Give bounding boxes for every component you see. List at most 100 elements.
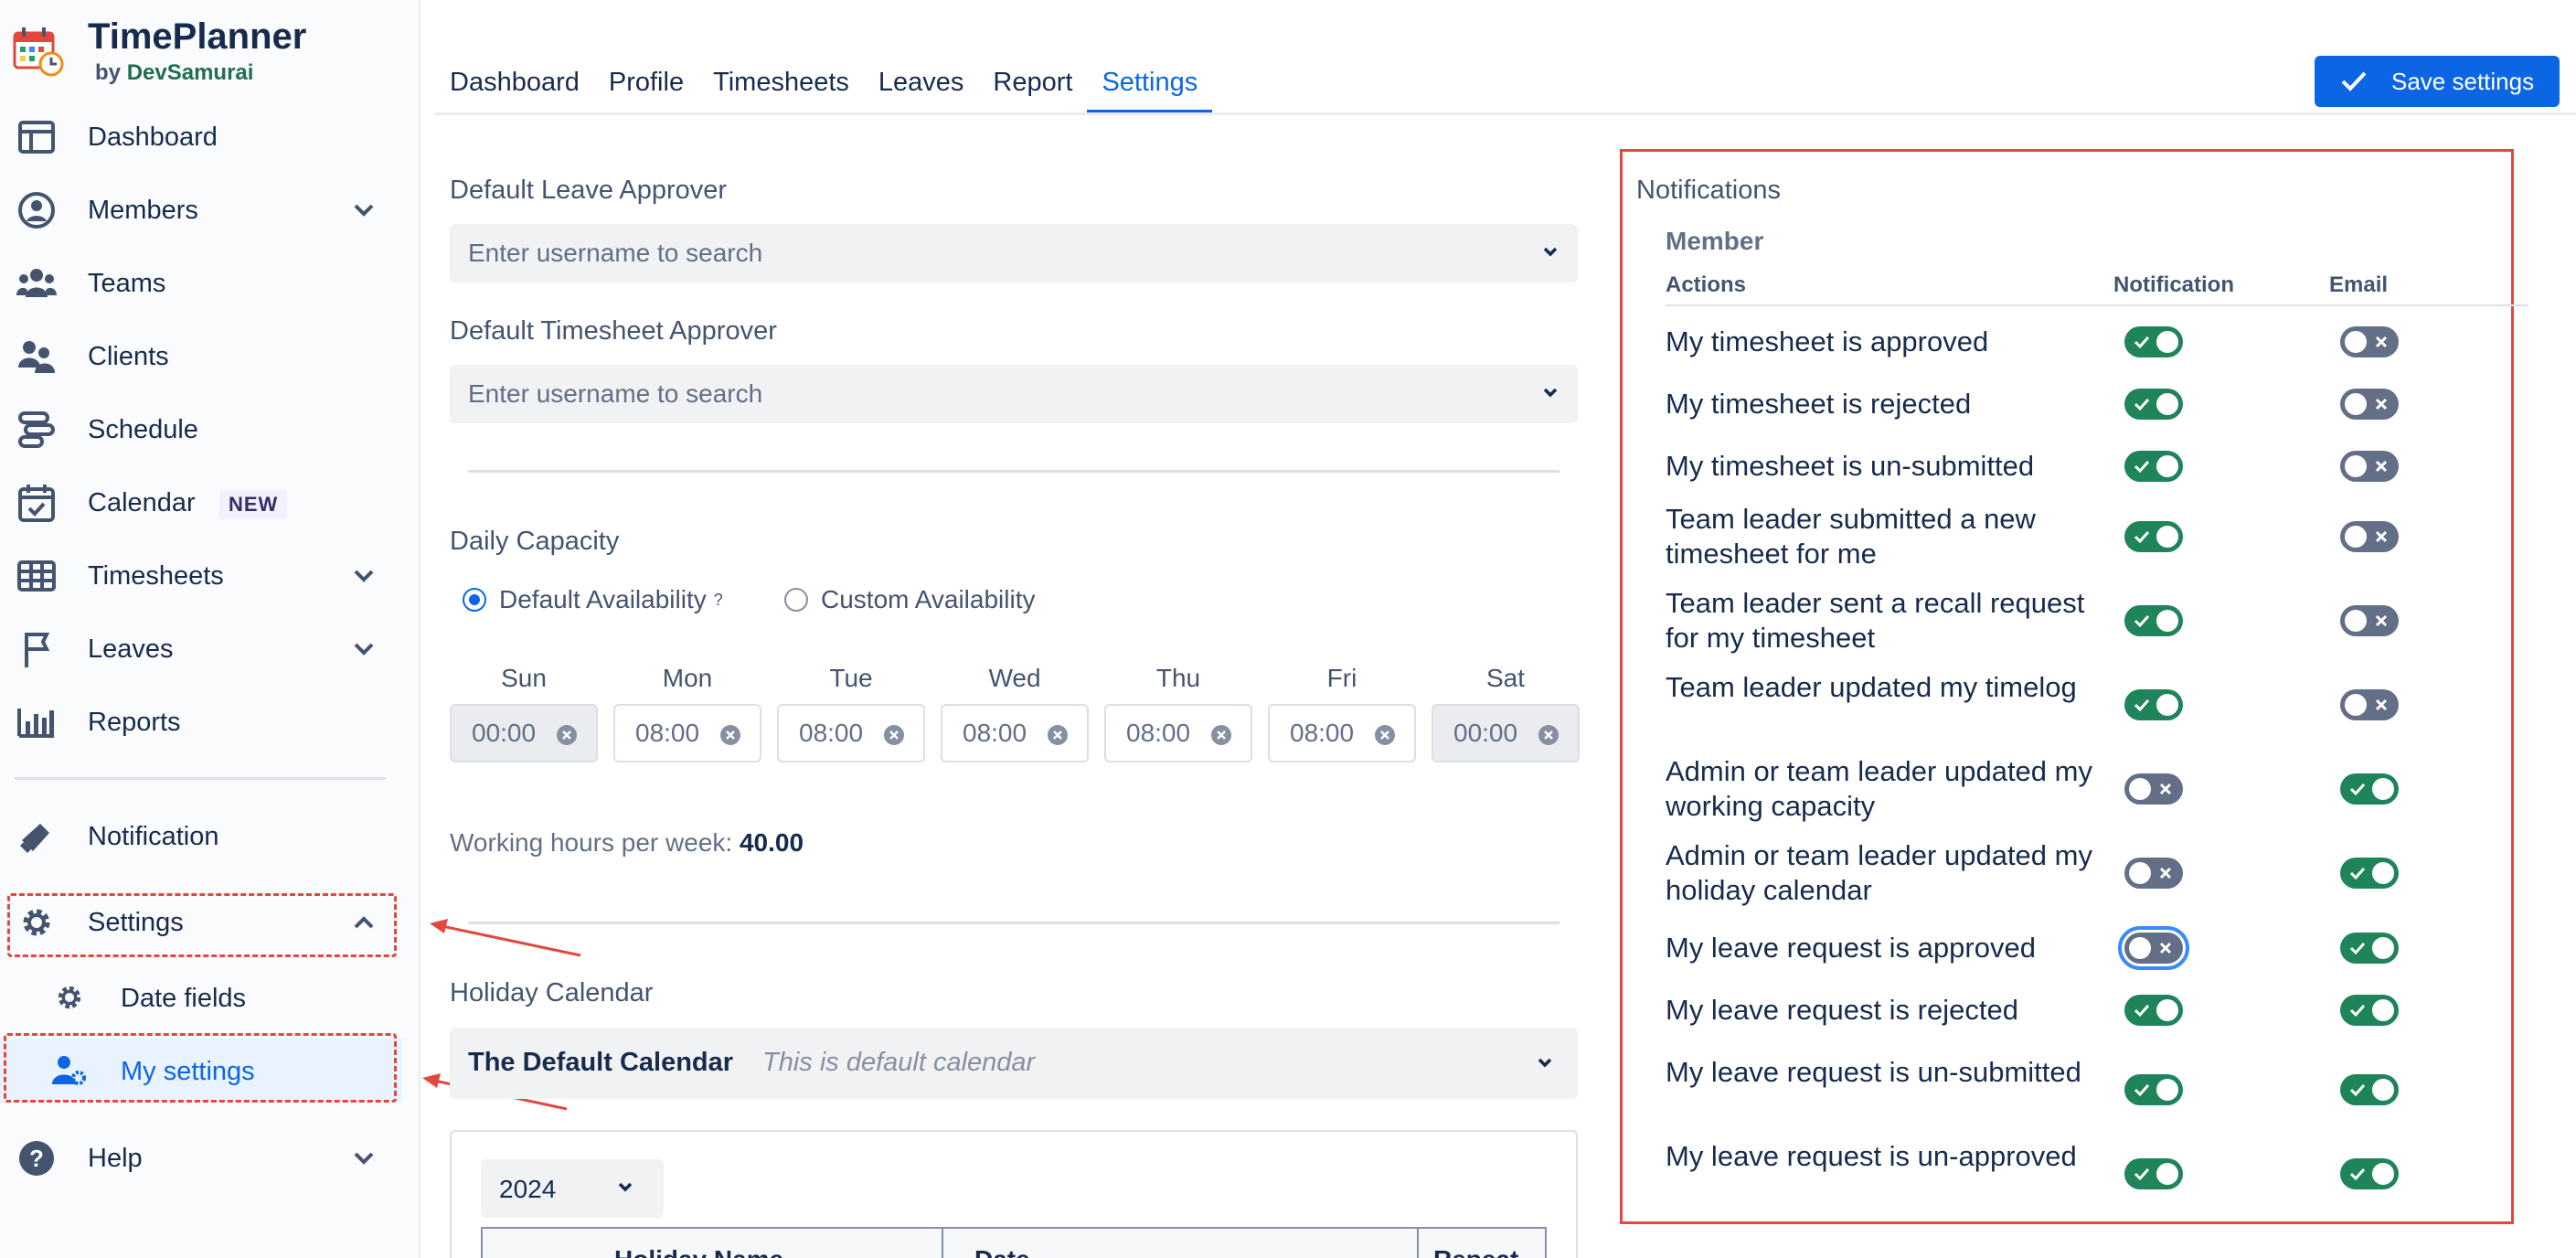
calendar-description: This is default calendar [762, 1048, 1036, 1077]
column-repeat[interactable]: Repeat [1433, 1245, 1518, 1258]
default-availability-radio[interactable]: Default Availability ? [463, 585, 723, 614]
year-select[interactable]: 2024 [481, 1159, 664, 1218]
holiday-calendar-select[interactable]: The Default Calendar This is default cal… [450, 1028, 1578, 1099]
brand-byline: by DevSamurai [95, 60, 253, 86]
clear-icon[interactable] [556, 724, 578, 746]
help-icon: ? [16, 1138, 57, 1178]
tab-settings[interactable]: Settings [1087, 64, 1213, 113]
email-toggle[interactable] [2340, 1158, 2399, 1189]
sidebar-item-members[interactable]: Members [0, 178, 402, 242]
toggle-knob [2156, 393, 2178, 415]
leave-approver-select[interactable]: Enter username to search [450, 224, 1578, 283]
custom-availability-radio[interactable]: Custom Availability [784, 585, 1035, 614]
notification-toggle[interactable] [2124, 773, 2183, 805]
notification-toggle[interactable] [2124, 521, 2183, 552]
email-toggle[interactable] [2340, 995, 2399, 1026]
tab-report[interactable]: Report [978, 64, 1087, 113]
check-icon [2134, 1083, 2150, 1097]
clear-icon[interactable] [1210, 724, 1232, 746]
chevron-down-icon[interactable] [346, 558, 382, 594]
tab-dashboard[interactable]: Dashboard [435, 64, 594, 113]
notification-row-label: My leave request is approved [1666, 932, 2036, 964]
email-toggle[interactable] [2340, 773, 2399, 805]
notification-toggle[interactable] [2124, 451, 2183, 482]
sidebar-item-clients[interactable]: Clients [0, 325, 402, 389]
email-toggle[interactable] [2340, 521, 2399, 552]
notification-toggle[interactable] [2124, 605, 2183, 636]
column-holiday-name[interactable]: Holiday Name [614, 1245, 783, 1258]
chevron-down-icon [1543, 388, 1558, 398]
email-toggle[interactable] [2340, 1074, 2399, 1105]
notification-toggle[interactable] [2124, 858, 2183, 889]
check-icon [2134, 1167, 2150, 1181]
email-toggle[interactable] [2340, 326, 2399, 357]
sidebar-item-notification[interactable]: Notification [0, 805, 402, 869]
notification-toggle[interactable] [2124, 1158, 2183, 1189]
tab-leaves[interactable]: Leaves [864, 64, 979, 113]
notification-toggle[interactable] [2124, 389, 2183, 420]
email-toggle[interactable] [2340, 451, 2399, 482]
sidebar-item-teams[interactable]: Teams [0, 251, 402, 315]
cross-icon [2375, 530, 2388, 543]
timesheet-approver-select[interactable]: Enter username to search [450, 365, 1578, 423]
sidebar-item-leaves[interactable]: Leaves [0, 617, 402, 681]
schedule-icon [16, 410, 57, 450]
working-hours-value: 40.00 [739, 828, 804, 857]
weekday-hours-input[interactable]: 08:00 [613, 704, 761, 762]
weekday-hours-value: 08:00 [963, 719, 1027, 747]
sidebar-item-calendar[interactable]: Calendar NEW [0, 471, 402, 535]
weekday-hours-input[interactable]: 08:00 [941, 704, 1089, 762]
sidebar-item-schedule[interactable]: Schedule [0, 398, 402, 462]
chevron-down-icon[interactable] [346, 192, 382, 229]
chevron-down-icon [1538, 1058, 1552, 1068]
sidebar-item-date-fields[interactable]: Date fields [0, 965, 402, 1029]
tab-timesheets[interactable]: Timesheets [698, 64, 864, 113]
notification-toggle[interactable] [2124, 689, 2183, 720]
notification-toggle[interactable] [2124, 995, 2183, 1026]
weekday-hours-value: 00:00 [1453, 719, 1518, 747]
email-toggle[interactable] [2340, 689, 2399, 720]
weekday-hours-input[interactable]: 08:00 [1104, 704, 1252, 762]
clear-icon[interactable] [1374, 724, 1396, 746]
weekday-hours-value: 08:00 [635, 719, 700, 747]
clear-icon[interactable] [1047, 724, 1069, 746]
notification-toggle[interactable] [2124, 1074, 2183, 1105]
weekday-hours-input: 00:00 [1432, 704, 1580, 762]
brand-name: TimePlanner [88, 16, 307, 57]
email-toggle[interactable] [2340, 389, 2399, 420]
sidebar-item-timesheets[interactable]: Timesheets [0, 544, 402, 608]
sidebar-item-label: Calendar [88, 487, 196, 517]
cross-icon [2159, 867, 2172, 880]
sidebar-item-reports[interactable]: Reports [0, 690, 402, 754]
chevron-down-icon[interactable] [346, 631, 382, 667]
table-icon [16, 556, 57, 596]
email-toggle[interactable] [2340, 858, 2399, 889]
users-icon [16, 263, 57, 304]
holiday-table-header: Holiday Name Date Repeat [481, 1227, 1547, 1258]
sidebar-item-help[interactable]: ? Help [0, 1126, 402, 1190]
toggle-knob [2129, 862, 2151, 884]
sidebar-item-dashboard[interactable]: Dashboard [0, 105, 402, 169]
highlight-my-settings-box [4, 1033, 397, 1103]
clear-icon[interactable] [883, 724, 905, 746]
calendar-name: The Default Calendar [468, 1048, 734, 1077]
column-date[interactable]: Date [974, 1245, 1030, 1258]
chevron-down-icon[interactable] [346, 1140, 382, 1177]
clear-icon[interactable] [1538, 724, 1559, 746]
email-toggle[interactable] [2340, 605, 2399, 636]
email-toggle[interactable] [2340, 933, 2399, 964]
weekday-hours-input[interactable]: 08:00 [1268, 704, 1416, 762]
tab-profile[interactable]: Profile [594, 64, 698, 113]
weekday-hours-input[interactable]: 08:00 [777, 704, 925, 762]
notification-toggle[interactable] [2124, 326, 2183, 357]
toggle-knob [2345, 526, 2367, 548]
notification-toggle[interactable] [2118, 926, 2189, 970]
save-settings-button[interactable]: Save settings [2315, 56, 2560, 107]
cross-icon [2375, 336, 2388, 348]
weekday-hours-value: 08:00 [1126, 719, 1191, 747]
help-hint-icon[interactable]: ? [714, 591, 723, 610]
sidebar-item-label: Timesheets [88, 560, 224, 591]
check-icon [2134, 460, 2150, 474]
check-icon [2134, 398, 2150, 411]
clear-icon[interactable] [719, 724, 741, 746]
